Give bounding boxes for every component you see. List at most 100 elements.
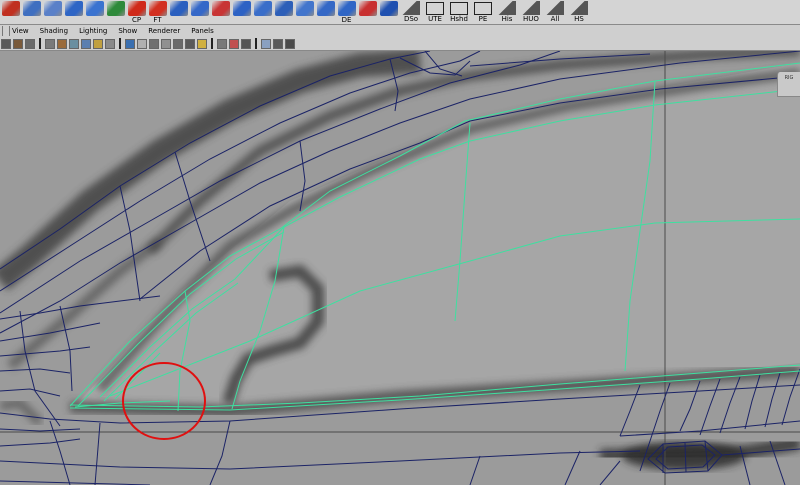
menu-view[interactable]: View	[12, 25, 29, 37]
shelf-button-rebuild[interactable]	[84, 0, 105, 24]
lock-camera-icon[interactable]	[13, 38, 23, 49]
attach-icon	[358, 1, 377, 16]
select-camera-icon[interactable]	[1, 38, 11, 49]
shelf-button-loft[interactable]	[168, 0, 189, 24]
flat-shade-icon[interactable]	[69, 38, 79, 49]
field-chart-icon[interactable]	[173, 38, 183, 49]
patch-icon	[64, 1, 83, 16]
xray-icon[interactable]	[137, 38, 147, 49]
shelf-button-planar[interactable]	[294, 0, 315, 24]
grid-surface-icon	[253, 1, 272, 16]
shelf-button-revolve[interactable]	[315, 0, 336, 24]
shelf-button-surface[interactable]	[21, 0, 42, 24]
boundary-icon	[211, 1, 230, 16]
toolbar-separator	[39, 38, 41, 49]
image-plane-icon[interactable]	[261, 38, 271, 49]
shelf-label: DSo	[403, 15, 419, 23]
shelf-button-cp[interactable]: CP	[126, 0, 147, 24]
menu-show[interactable]: Show	[118, 25, 137, 37]
hud-icon[interactable]	[217, 38, 227, 49]
shelf-label: FT	[153, 16, 162, 24]
shelf-button-patch[interactable]	[63, 0, 84, 24]
shelf-button-attach[interactable]	[357, 0, 378, 24]
isolate-icon[interactable]	[125, 38, 135, 49]
shelf-button-huo[interactable]: HUO	[519, 0, 543, 24]
menu-shading[interactable]: Shading	[40, 25, 68, 37]
shelf-label: UTE	[428, 15, 442, 23]
extrude-icon	[274, 1, 293, 16]
shelf-button-all[interactable]: All	[543, 0, 567, 24]
wireframe-icon[interactable]	[45, 38, 55, 49]
shelf-button-ute[interactable]: UTE	[423, 0, 447, 24]
shelf-label: HS	[574, 15, 584, 23]
all-icon	[546, 1, 564, 15]
de-icon	[337, 1, 356, 16]
viewport[interactable]: RIG	[0, 51, 800, 485]
square-icon	[232, 1, 251, 16]
cv-tool-icon	[43, 1, 62, 16]
camera-attributes-icon[interactable]	[229, 38, 239, 49]
shelf-label: All	[550, 15, 560, 23]
shelf-button-nurbs-curve[interactable]	[0, 0, 21, 24]
panel-toolbar	[0, 37, 800, 51]
shelf-label: CP	[131, 16, 142, 24]
revolve-icon	[316, 1, 335, 16]
shelf-button-square[interactable]	[231, 0, 252, 24]
pe-icon	[474, 2, 492, 15]
hshd-icon	[450, 2, 468, 15]
shelf-button-pe[interactable]: PE	[471, 0, 495, 24]
grid-toggle-icon[interactable]	[197, 38, 207, 49]
dso-icon	[402, 1, 420, 15]
hs-icon	[570, 1, 588, 15]
shelf-button-boundary[interactable]	[210, 0, 231, 24]
shelf-label: PE	[478, 15, 488, 23]
smooth-shade-icon[interactable]	[57, 38, 67, 49]
frame-all-icon[interactable]	[241, 38, 251, 49]
menu-renderer[interactable]: Renderer	[148, 25, 180, 37]
loft-icon	[169, 1, 188, 16]
surface-icon	[22, 1, 41, 16]
shadows-icon[interactable]	[105, 38, 115, 49]
toolbar-separator	[211, 38, 213, 49]
shelf-button-grid-surface[interactable]	[252, 0, 273, 24]
cp-icon	[127, 1, 146, 16]
menu-panels[interactable]: Panels	[191, 25, 214, 37]
shelf-button-hs[interactable]: HS	[567, 0, 591, 24]
shelf-button-sphere[interactable]	[105, 0, 126, 24]
shelf: CP FT DE DSo UTE Hshd PE His HUO All HS	[0, 0, 800, 25]
four-pane-icon[interactable]	[285, 38, 295, 49]
bookmarks-icon[interactable]	[25, 38, 35, 49]
sphere-icon	[106, 1, 125, 16]
shelf-button-birail[interactable]	[189, 0, 210, 24]
align-icon	[379, 1, 398, 16]
shelf-button-hshd[interactable]: Hshd	[447, 0, 471, 24]
rebuild-icon	[85, 1, 104, 16]
shelf-button-de[interactable]: DE	[336, 0, 357, 24]
huo-icon	[522, 1, 540, 15]
nurbs-curve-icon	[1, 1, 20, 16]
menu-lighting[interactable]: Lighting	[79, 25, 107, 37]
shelf-button-dso[interactable]: DSo	[399, 0, 423, 24]
shelf-button-his[interactable]: His	[495, 0, 519, 24]
panel-menubar: View Shading Lighting Show Renderer Pane…	[0, 25, 800, 37]
view-cube[interactable]: RIG	[777, 72, 800, 97]
safe-action-icon[interactable]	[185, 38, 195, 49]
use-lights-icon[interactable]	[93, 38, 103, 49]
shelf-label: DE	[341, 16, 352, 24]
resolution-gate-icon[interactable]	[149, 38, 159, 49]
toolbar-separator	[119, 38, 121, 49]
birail-icon	[190, 1, 209, 16]
film-gate-icon[interactable]	[161, 38, 171, 49]
shelf-button-cv-tool[interactable]	[42, 0, 63, 24]
shelf-button-extrude[interactable]	[273, 0, 294, 24]
shelf-button-ft[interactable]: FT	[147, 0, 168, 24]
shelf-label: Hshd	[450, 15, 468, 23]
shelf-button-align[interactable]	[378, 0, 399, 24]
viewport-canvas[interactable]	[0, 51, 800, 485]
shelf-label: HUO	[523, 15, 539, 23]
ute-icon	[426, 2, 444, 15]
menu-handle[interactable]	[2, 26, 10, 36]
planar-icon	[295, 1, 314, 16]
two-pane-icon[interactable]	[273, 38, 283, 49]
textured-icon[interactable]	[81, 38, 91, 49]
